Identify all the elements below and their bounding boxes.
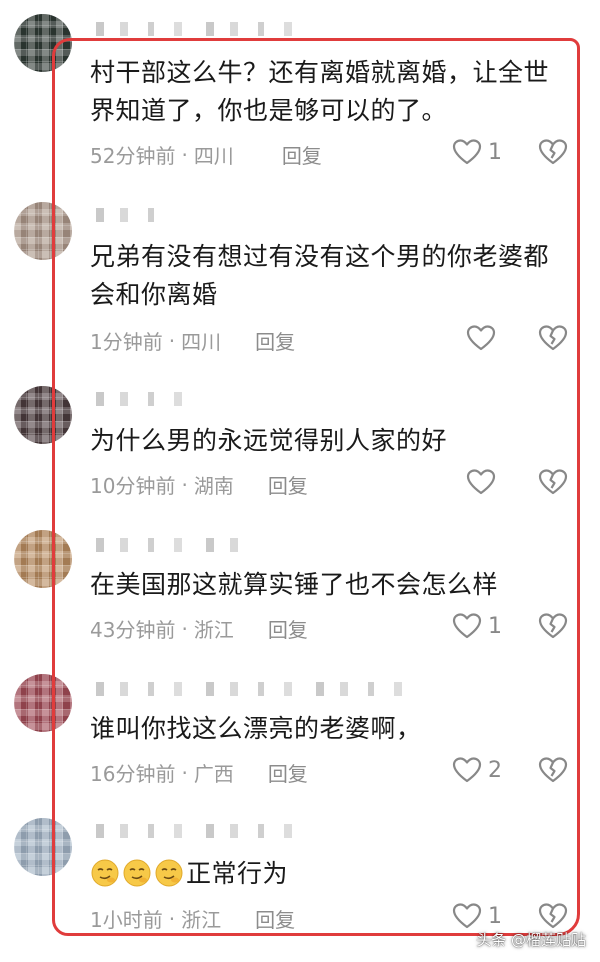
comment-meta: 52分钟前 · 四川 回复 (90, 140, 322, 169)
username-pixelated[interactable] (96, 822, 306, 840)
separator: · (181, 616, 188, 641)
comment-time: 52分钟前 (90, 144, 176, 168)
username-pixelated[interactable] (96, 536, 246, 554)
like-button[interactable] (466, 324, 502, 352)
comment-location: 广西 (193, 762, 234, 786)
broken-heart-icon (538, 757, 568, 783)
comment-text: 谁叫你找这么漂亮的老婆啊， (90, 714, 422, 743)
comment-location: 四川 (181, 330, 222, 354)
comment-location: 湖南 (193, 474, 234, 498)
heart-outline-icon (466, 325, 496, 351)
comment-meta: 16分钟前 · 广西 回复 (90, 758, 308, 787)
username-pixelated[interactable] (96, 390, 186, 408)
reply-button[interactable]: 回复 (255, 904, 295, 933)
avatar[interactable] (14, 818, 72, 876)
comment-text: 兄弟有没有想过有没有这个男的你老婆都会和你离婚 (90, 242, 550, 309)
like-button[interactable]: 1 (452, 138, 502, 166)
smirking-emoji-icon (155, 859, 183, 887)
dislike-button[interactable] (538, 324, 568, 356)
broken-heart-icon (538, 469, 568, 495)
like-button[interactable]: 2 (452, 756, 502, 784)
like-button[interactable]: 1 (452, 902, 502, 930)
avatar[interactable] (14, 530, 72, 588)
separator: · (181, 472, 188, 497)
comment-time: 43分钟前 (90, 618, 176, 642)
comment-time: 16分钟前 (90, 762, 176, 786)
username-pixelated[interactable] (96, 20, 316, 38)
broken-heart-icon (538, 903, 568, 929)
username-pixelated[interactable] (96, 206, 156, 224)
comment-location: 四川 (193, 144, 234, 168)
like-button[interactable]: 1 (452, 612, 502, 640)
dislike-button[interactable] (538, 612, 568, 644)
smirking-emoji-icon (123, 859, 151, 887)
separator: · (181, 142, 188, 167)
like-count: 2 (488, 757, 502, 783)
comment-location: 浙江 (181, 908, 222, 932)
comment-text: 为什么男的永远觉得别人家的好 (90, 426, 448, 455)
comment-text: 正常行为 (90, 855, 560, 893)
avatar[interactable] (14, 674, 72, 732)
separator: · (168, 328, 176, 353)
heart-outline-icon (452, 903, 482, 929)
reply-button[interactable]: 回复 (268, 758, 308, 787)
dislike-button[interactable] (538, 468, 568, 500)
avatar[interactable] (14, 14, 72, 72)
avatar[interactable] (14, 202, 72, 260)
comment-meta: 1小时前 · 浙江 回复 (90, 904, 295, 933)
heart-outline-icon (466, 469, 496, 495)
like-button[interactable] (466, 468, 502, 496)
comment-text-content: 正常行为 (186, 859, 289, 888)
comment-time: 1小时前 (90, 908, 163, 932)
reply-button[interactable]: 回复 (268, 470, 308, 499)
smirking-emoji-icon (91, 859, 119, 887)
comment-text: 在美国那这就算实锤了也不会怎么样 (90, 570, 499, 599)
heart-outline-icon (452, 139, 482, 165)
dislike-button[interactable] (538, 756, 568, 788)
like-count: 1 (488, 139, 502, 165)
heart-outline-icon (452, 757, 482, 783)
comment-meta: 43分钟前 · 浙江 回复 (90, 614, 308, 643)
avatar[interactable] (14, 386, 72, 444)
comment-text: 村干部这么牛？还有离婚就离婚，让全世界知道了，你也是够可以的了。 (90, 58, 550, 125)
comment-time: 1分钟前 (90, 330, 163, 354)
comment-meta: 10分钟前 · 湖南 回复 (90, 470, 308, 499)
watermark: 头条 @榴莲贴贴 (476, 931, 586, 949)
heart-outline-icon (452, 613, 482, 639)
broken-heart-icon (538, 613, 568, 639)
comment-location: 浙江 (193, 618, 234, 642)
separator: · (181, 760, 188, 785)
comment-time: 10分钟前 (90, 474, 176, 498)
dislike-button[interactable] (538, 138, 568, 170)
separator: · (168, 906, 176, 931)
username-pixelated[interactable] (96, 680, 406, 698)
reply-button[interactable]: 回复 (268, 614, 308, 643)
reply-button[interactable]: 回复 (282, 140, 322, 169)
like-count: 1 (488, 903, 502, 929)
reply-button[interactable]: 回复 (255, 326, 295, 355)
comment-meta: 1分钟前 · 四川 回复 (90, 326, 295, 355)
broken-heart-icon (538, 139, 568, 165)
like-count: 1 (488, 613, 502, 639)
broken-heart-icon (538, 325, 568, 351)
